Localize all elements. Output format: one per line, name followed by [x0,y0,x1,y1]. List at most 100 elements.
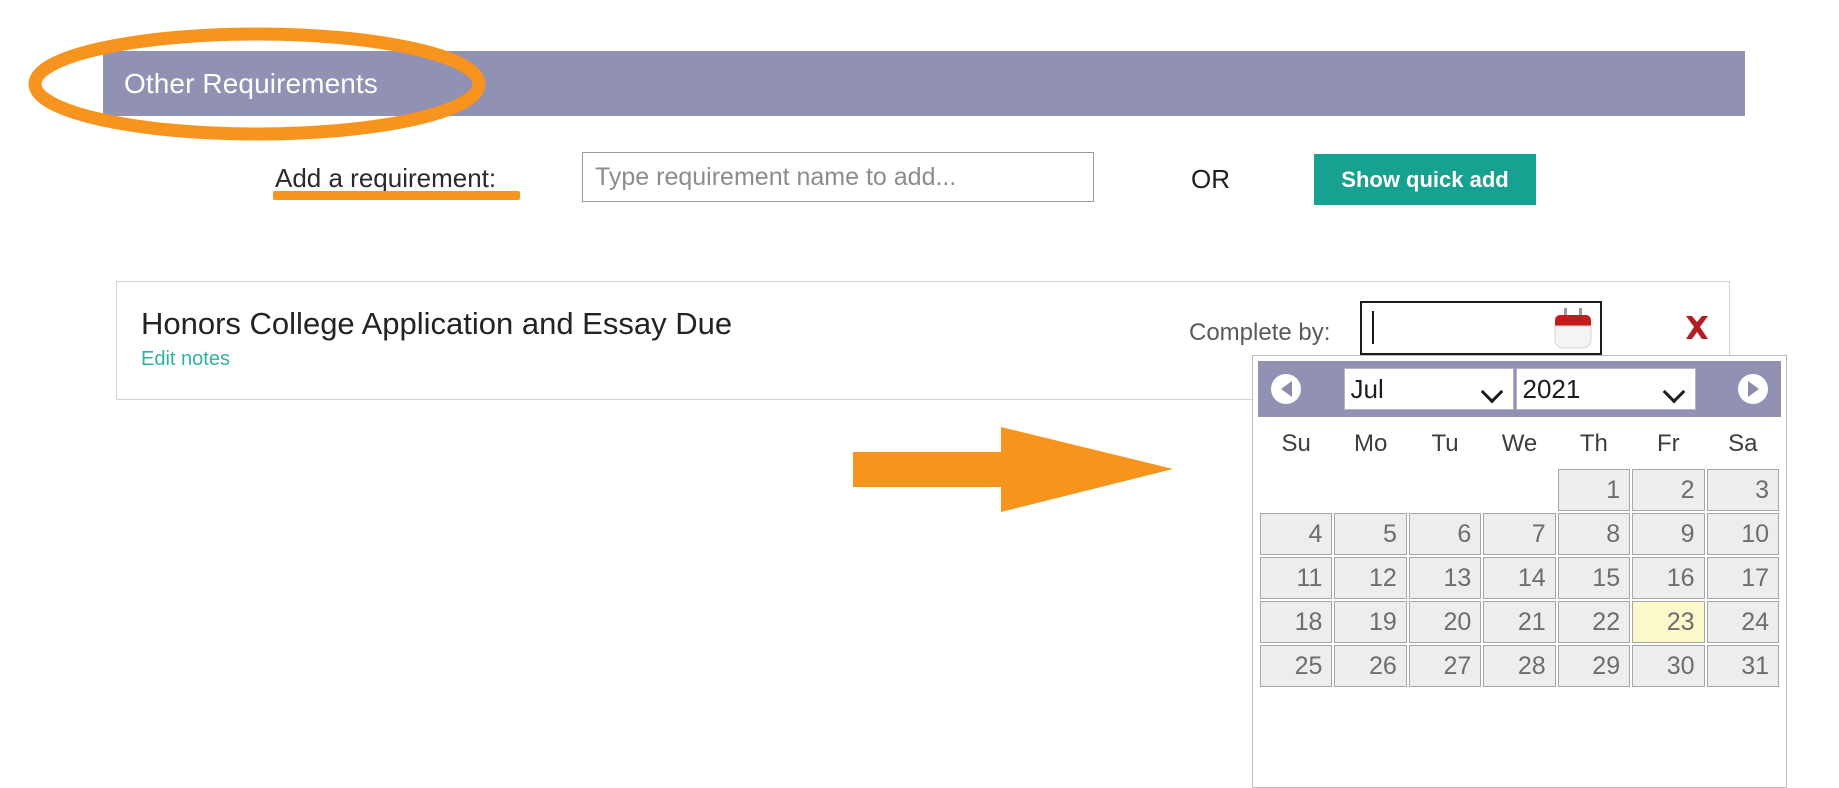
calendar-day-label[interactable]: 21 [1483,601,1556,643]
calendar-day-cell[interactable]: 15 [1557,557,1631,599]
calendar-cell-empty [1260,469,1332,511]
calendar-icon[interactable] [1553,308,1593,350]
calendar-day-cell[interactable]: 18 [1260,601,1333,643]
calendar-day-label[interactable]: 23 [1632,601,1705,643]
calendar-day-cell[interactable]: 10 [1706,513,1779,555]
calendar-day-label[interactable]: 29 [1557,645,1631,687]
complete-by-label: Complete by: [1189,319,1331,346]
weekday-header-row: Su Mo Tu We Th Fr Sa [1260,423,1779,467]
calendar-day-cell[interactable]: 4 [1260,513,1333,555]
calendar-day-label[interactable]: 31 [1706,645,1779,687]
calendar-cell-empty [1409,469,1481,511]
weekday-header: Tu [1431,430,1459,457]
calendar-day-cell[interactable]: 17 [1706,557,1779,599]
weekday-header: Fr [1656,430,1680,457]
calendar-day-cell[interactable]: 20 [1408,601,1482,643]
calendar-day-label[interactable]: 4 [1260,513,1333,555]
datepicker-popup: Jul 2021 Su Mo Tu We Th Fr Sa 1 2 3 4 5 6 7 8 9 10 11 12 1… [1252,355,1787,788]
datepicker-header: Jul 2021 [1258,361,1781,417]
calendar-day-label[interactable]: 20 [1408,601,1482,643]
year-select[interactable]: 2021 [1515,368,1696,410]
calendar-day-label[interactable]: 14 [1483,557,1556,599]
calendar-day-cell[interactable]: 23 [1632,601,1705,643]
calendar-week-row: 4 5 6 7 8 9 10 [1260,513,1779,555]
weekday-header: We [1501,430,1538,457]
section-header: Other Requirements [103,51,1745,116]
calendar-week-row: 123 [1260,469,1779,511]
requirement-title: Honors College Application and Essay Due [141,306,733,341]
calendar-day-cell[interactable]: 2 [1632,469,1705,511]
year-select-wrap: 2021 [1515,368,1696,410]
text-caret [1372,311,1374,344]
calendar-day-cell[interactable]: 13 [1408,557,1482,599]
calendar-cell-empty [1334,469,1406,511]
month-select[interactable]: Jul [1343,368,1514,410]
calendar-day-cell[interactable]: 21 [1483,601,1556,643]
calendar-day-cell[interactable]: 22 [1557,601,1631,643]
calendar-day-label[interactable]: 8 [1557,513,1631,555]
add-requirement-label: Add a requirement: [275,163,497,193]
annotation-arrow [853,427,1173,512]
calendar-day-label[interactable]: 16 [1632,557,1705,599]
calendar-day-cell[interactable]: 30 [1632,645,1705,687]
or-separator-label: OR [1191,164,1230,194]
calendar-day-cell[interactable]: 27 [1408,645,1482,687]
calendar-day-cell[interactable]: 7 [1483,513,1556,555]
calendar-day-label[interactable]: 26 [1334,645,1407,687]
calendar-day-cell[interactable]: 14 [1483,557,1556,599]
calendar-day-label[interactable]: 12 [1334,557,1407,599]
calendar-day-cell[interactable]: 5 [1334,513,1407,555]
calendar-day-cell[interactable]: 26 [1334,645,1407,687]
calendar-week-row: 25 26 27 28 29 30 31 [1260,645,1779,687]
calendar-day-label[interactable]: 5 [1334,513,1407,555]
calendar-day-label[interactable]: 22 [1557,601,1631,643]
calendar-day-label[interactable]: 27 [1408,645,1482,687]
calendar-day-cell[interactable]: 28 [1483,645,1556,687]
calendar-cell-empty [1483,469,1555,511]
next-month-icon[interactable] [1738,374,1768,404]
complete-by-field-wrap [1360,301,1602,355]
calendar-day-cell[interactable]: 11 [1260,557,1333,599]
calendar-day-cell[interactable]: 1 [1557,469,1631,511]
weekday-header: Th [1579,430,1608,457]
calendar-day-label[interactable]: 6 [1408,513,1482,555]
calendar-day-label[interactable]: 9 [1632,513,1705,555]
month-select-wrap: Jul [1343,368,1514,410]
prev-month-icon[interactable] [1271,374,1301,404]
page-title: Other Requirements [124,67,378,99]
calendar-day-label[interactable]: 2 [1632,469,1705,511]
calendar-day-label[interactable]: 24 [1706,601,1779,643]
calendar-day-cell[interactable]: 19 [1334,601,1407,643]
edit-notes-link[interactable]: Edit notes [141,348,230,371]
calendar-day-cell[interactable]: 16 [1632,557,1705,599]
calendar-day-label[interactable]: 19 [1334,601,1407,643]
weekday-header: Su [1281,430,1311,457]
weekday-header: Mo [1353,430,1388,457]
calendar-day-label[interactable]: 17 [1706,557,1779,599]
add-requirement-input[interactable] [582,152,1094,202]
calendar-day-cell[interactable]: 12 [1334,557,1407,599]
calendar-day-cell[interactable]: 8 [1557,513,1631,555]
calendar-day-label[interactable]: 18 [1260,601,1333,643]
calendar-day-label[interactable]: 28 [1483,645,1556,687]
calendar-day-cell[interactable]: 6 [1408,513,1482,555]
calendar-day-cell[interactable]: 3 [1706,469,1779,511]
calendar-day-label[interactable]: 7 [1483,513,1556,555]
calendar-day-label[interactable]: 10 [1706,513,1779,555]
calendar-day-cell[interactable]: 25 [1260,645,1333,687]
add-requirement-row: Add a requirement: OR Show quick add [0,152,1839,208]
calendar-day-cell[interactable]: 29 [1557,645,1631,687]
calendar-day-cell[interactable]: 24 [1706,601,1779,643]
calendar-day-cell[interactable]: 31 [1706,645,1779,687]
calendar-week-row: 18 19 20 21 22 23 24 [1260,601,1779,643]
calendar-day-label[interactable]: 11 [1260,557,1333,599]
show-quick-add-button[interactable]: Show quick add [1314,154,1536,205]
calendar-day-cell[interactable]: 9 [1632,513,1705,555]
calendar-day-label[interactable]: 13 [1408,557,1482,599]
calendar-day-label[interactable]: 15 [1557,557,1631,599]
calendar-day-label[interactable]: 25 [1260,645,1333,687]
remove-requirement-icon[interactable] [1679,310,1715,346]
calendar-day-label[interactable]: 1 [1557,469,1631,511]
calendar-day-label[interactable]: 30 [1632,645,1705,687]
calendar-day-label[interactable]: 3 [1706,469,1779,511]
